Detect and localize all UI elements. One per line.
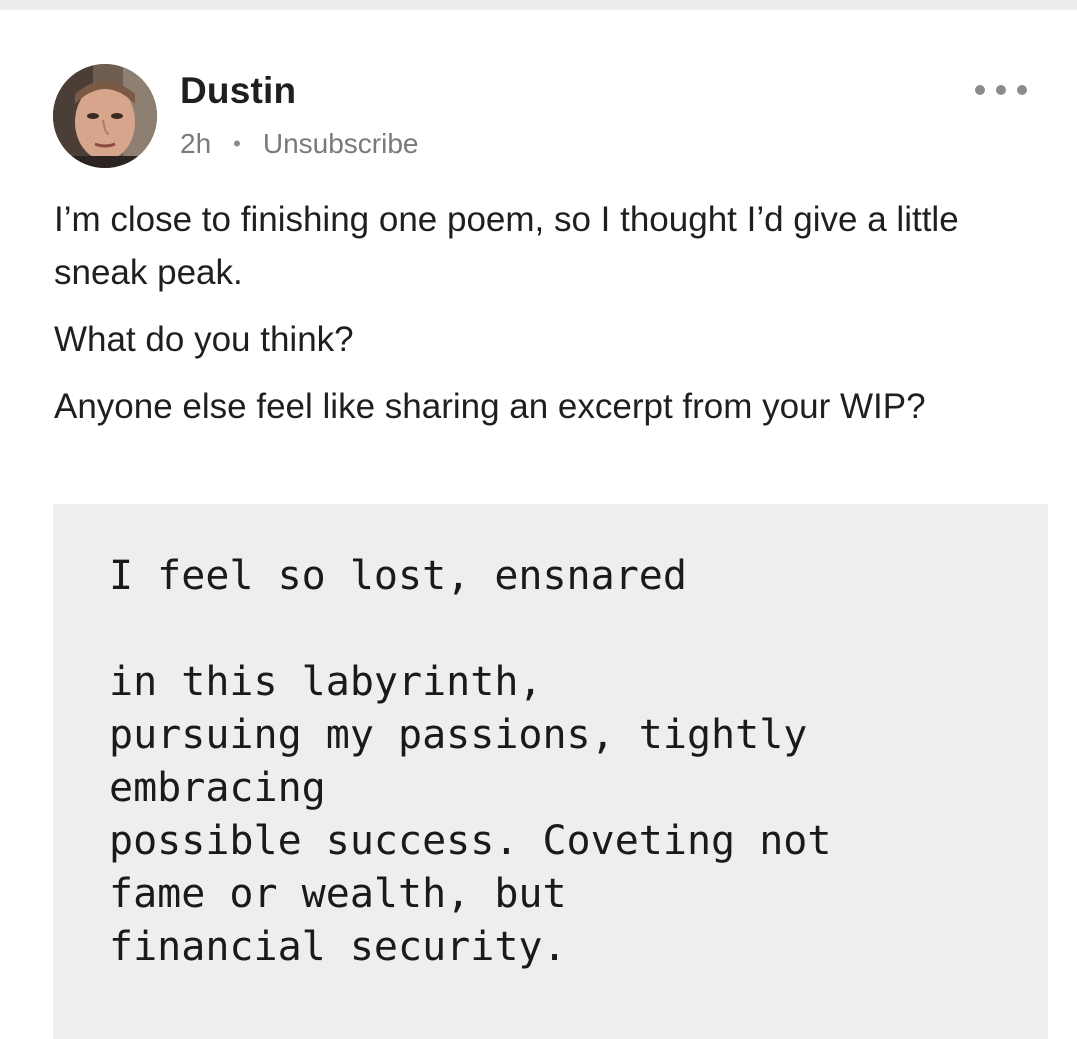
poem-line: possible success. Coveting not: [109, 818, 832, 864]
post-paragraph: I’m close to finishing one poem, so I th…: [54, 200, 959, 292]
post-paragraph: Anyone else feel like sharing an excerpt…: [54, 387, 926, 426]
more-horizontal-icon: [975, 85, 985, 95]
post-time: 2h: [180, 128, 212, 159]
post-card: Dustin 2h • Unsubscribe I’m close to fin…: [0, 10, 1077, 1039]
post-paragraph: What do you think?: [54, 320, 354, 359]
poem-line: pursuing my passions, tightly: [109, 712, 808, 758]
avatar[interactable]: [53, 64, 157, 168]
author-name[interactable]: Dustin: [180, 70, 296, 112]
more-horizontal-icon: [1017, 85, 1027, 95]
unsubscribe-link[interactable]: Unsubscribe: [263, 128, 419, 160]
poem-line: financial security.: [109, 924, 567, 970]
more-horizontal-icon: [996, 85, 1006, 95]
post-body: I’m close to finishing one poem, so I th…: [54, 193, 1044, 447]
meta-separator: •: [233, 131, 241, 156]
poem-line: fame or wealth, but: [109, 871, 567, 917]
more-options-button[interactable]: [975, 76, 1027, 104]
top-divider: [0, 0, 1077, 10]
poem-line: in this labyrinth,: [109, 659, 543, 705]
poem-line: I feel so lost, ensnared: [109, 553, 687, 599]
code-block: I feel so lost, ensnared in this labyrin…: [53, 504, 1048, 1039]
post-meta: 2h • Unsubscribe: [180, 128, 419, 160]
avatar-photo: [53, 64, 157, 168]
poem-text: I feel so lost, ensnared in this labyrin…: [109, 550, 831, 974]
poem-line: embracing: [109, 765, 326, 811]
